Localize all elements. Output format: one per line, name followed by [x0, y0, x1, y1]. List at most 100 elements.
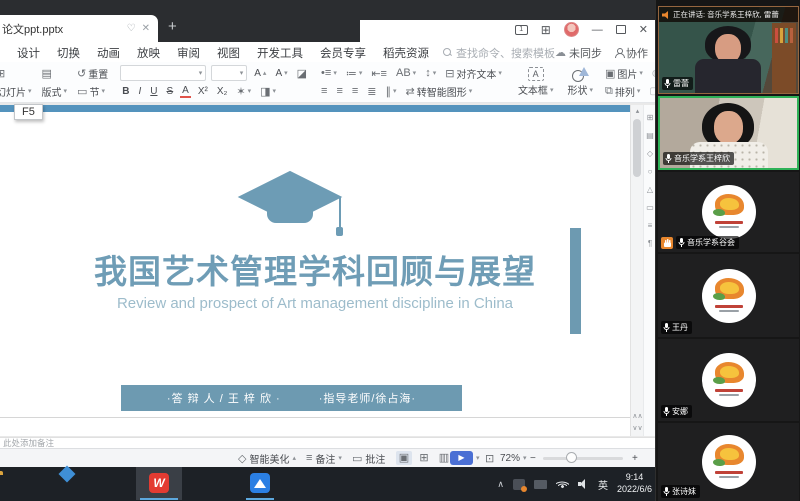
pane-animation-icon[interactable]: ○	[648, 167, 653, 176]
section-button[interactable]: ▭节▾	[75, 84, 107, 99]
tab-close-icon[interactable]: ✕	[142, 23, 150, 34]
favorite-icon[interactable]: ♡	[127, 23, 136, 34]
new-slide-icon[interactable]: ⊞	[0, 67, 7, 80]
new-tab-button[interactable]: +	[168, 18, 177, 35]
number-list-icon[interactable]: ≔▾	[344, 67, 365, 80]
tray-app-badge-icon[interactable]	[513, 479, 525, 490]
maximize-button[interactable]	[616, 25, 626, 34]
input-language[interactable]: 英	[598, 477, 608, 492]
slide-author-band[interactable]: ·答 辩 人 / 王 梓 欣 · ·指导老师/徐占海·	[121, 385, 462, 411]
text-effects-icon[interactable]: ✶▾	[234, 85, 253, 98]
zoom-out-button[interactable]: −	[530, 449, 536, 467]
account-avatar[interactable]	[564, 22, 579, 37]
tab-view[interactable]: 视图	[217, 45, 240, 61]
tray-device-icon[interactable]	[534, 480, 547, 489]
vertical-scrollbar[interactable]: ▴ ∧∧ ∨∨	[630, 105, 643, 436]
clear-format-icon[interactable]: ◪	[295, 67, 309, 80]
text-direction-icon[interactable]: AB▾	[394, 67, 418, 79]
tab-design[interactable]: 设计	[17, 45, 40, 61]
picture-button[interactable]: ▣图片▾	[603, 66, 645, 81]
arrange-button[interactable]: ⧉排列▾	[603, 84, 642, 99]
decrease-font-icon[interactable]: A▾	[273, 68, 289, 79]
tab-review[interactable]: 审阅	[177, 45, 200, 61]
align-right-icon[interactable]: ≡	[350, 85, 360, 97]
tab-animation[interactable]: 动画	[97, 45, 120, 61]
minimize-button[interactable]: —	[592, 24, 603, 36]
meeting-app-icon[interactable]	[250, 473, 270, 493]
participant-tile[interactable]: 音乐学系谷会	[658, 172, 799, 252]
justify-icon[interactable]: ≣	[365, 85, 378, 98]
new-slide-button[interactable]: 幻灯片▾	[0, 84, 34, 99]
line-spacing-icon[interactable]: ↕▾	[423, 67, 438, 79]
tab-membership[interactable]: 会员专享	[320, 45, 366, 61]
collaborate-button[interactable]: 协作	[614, 45, 648, 61]
textbox-button[interactable]: A 文本框▾	[511, 62, 561, 102]
tab-docer[interactable]: 稻壳资源	[383, 45, 429, 61]
subscript-button[interactable]: X₂	[215, 86, 230, 97]
increase-font-icon[interactable]: A▴	[252, 68, 268, 79]
taskbar-clock[interactable]: 9:14 2022/6/6	[617, 472, 652, 495]
zoom-slider-knob[interactable]	[566, 452, 577, 463]
columns-icon[interactable]: ∥▾	[384, 85, 399, 98]
command-search[interactable]: 查找命令、搜索模板	[443, 45, 555, 61]
pane-list-icon[interactable]: ≡	[648, 221, 653, 230]
layout-button[interactable]: 版式▾	[40, 84, 70, 99]
participant-tile-active[interactable]: 音乐学系王梓欣	[658, 96, 799, 170]
wifi-icon[interactable]	[556, 479, 569, 489]
highlight-icon[interactable]: ◨▾	[258, 85, 278, 98]
normal-view-icon[interactable]: ▣	[396, 451, 412, 465]
layout-icon[interactable]: ▤	[40, 67, 54, 80]
pane-design-icon[interactable]: ▤	[646, 131, 654, 140]
superscript-button[interactable]: X²	[196, 86, 210, 97]
sync-status[interactable]: ☁ 未同步	[555, 45, 602, 61]
font-name-combo[interactable]: ▾	[120, 65, 206, 81]
close-button[interactable]: ✕	[639, 23, 648, 36]
slide[interactable]: 我国艺术管理学科回顾与展望 Review and prospect of Art…	[0, 105, 630, 436]
zoom-level[interactable]: 72%▾	[500, 449, 527, 467]
play-icon[interactable]: ▶	[450, 451, 473, 465]
tab-developer[interactable]: 开发工具	[257, 45, 303, 61]
pane-properties-icon[interactable]: ⊞	[647, 113, 654, 122]
tab-slideshow[interactable]: 放映	[137, 45, 160, 61]
participant-tile[interactable]: 正在讲话: 音乐学系王梓欣, 雷蕾 雷蕾	[658, 6, 799, 94]
align-left-icon[interactable]: ≡	[319, 85, 329, 97]
pane-media-icon[interactable]: ▭	[646, 203, 654, 212]
pane-misc-icon[interactable]: ¶	[648, 239, 652, 248]
shapes-button[interactable]: 形状▾	[560, 62, 600, 102]
to-smartart-button[interactable]: ⇄转智能图形▾	[404, 84, 475, 99]
pane-shape-icon[interactable]: △	[647, 185, 653, 194]
slide-title[interactable]: 我国艺术管理学科回顾与展望	[15, 245, 615, 293]
align-center-icon[interactable]: ≡	[334, 85, 344, 97]
scrollbar-thumb[interactable]	[633, 119, 641, 177]
font-color-button[interactable]: A	[180, 85, 191, 98]
workspace-grid-icon[interactable]: ⊞	[541, 23, 551, 37]
participant-tile[interactable]: 张诗妹	[658, 423, 799, 501]
reset-button[interactable]: ↺重置	[75, 66, 110, 81]
beautify-button[interactable]: ◇ 智能美化 ▴	[238, 449, 296, 467]
participant-tile[interactable]: 王丹	[658, 254, 799, 337]
volume-icon[interactable]	[578, 479, 589, 489]
comments-button[interactable]: ▭ 批注	[352, 449, 385, 467]
bullet-list-icon[interactable]: •≡▾	[319, 67, 339, 79]
window-layout-icon[interactable]: 1	[515, 25, 528, 35]
slide-subtitle[interactable]: Review and prospect of Art management di…	[15, 295, 615, 312]
hidden-icons-chevron[interactable]: ∧	[497, 479, 504, 490]
sorter-view-icon[interactable]: ⊞	[416, 451, 432, 465]
italic-button[interactable]: I	[136, 86, 143, 97]
slideshow-button[interactable]: ▶ ▾	[450, 449, 480, 467]
tab-transition[interactable]: 切换	[57, 45, 80, 61]
fit-slide-icon[interactable]: ⊡	[485, 449, 494, 467]
underline-button[interactable]: U	[148, 86, 159, 97]
participant-tile[interactable]: 安娜	[658, 339, 799, 421]
document-tab[interactable]: 论文ppt.pptx ♡ ✕	[0, 15, 158, 42]
notes-pane[interactable]: 此处添加备注	[0, 437, 656, 448]
indent-icon[interactable]: ⇤≡	[369, 67, 389, 80]
strikethrough-button[interactable]: S	[165, 86, 176, 97]
notes-button[interactable]: ≡ 备注 ▾	[306, 449, 342, 467]
zoom-in-button[interactable]: +	[632, 449, 638, 467]
bold-button[interactable]: B	[120, 86, 131, 97]
font-size-combo[interactable]: ▾	[211, 65, 247, 81]
pane-object-icon[interactable]: ◇	[647, 149, 653, 158]
zoom-slider-track[interactable]	[543, 457, 623, 460]
align-text-button[interactable]: ⊟对齐文本▾	[443, 66, 504, 81]
